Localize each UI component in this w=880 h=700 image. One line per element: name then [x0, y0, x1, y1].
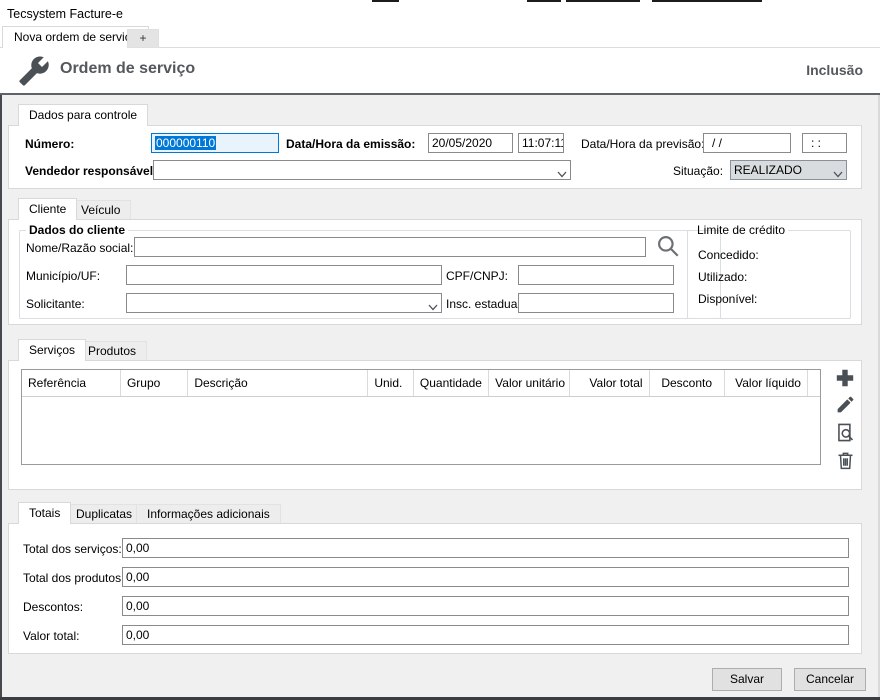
- col-stub: [808, 370, 820, 396]
- tab-totais[interactable]: Totais: [18, 502, 71, 524]
- tab-servicos[interactable]: Serviços: [18, 339, 86, 361]
- numero-selected-text: 000000110: [155, 136, 216, 150]
- window-titlebar: Tecsystem Facture-e: [0, 3, 880, 26]
- previsao-date-input[interactable]: / /: [703, 133, 791, 153]
- page-header: Ordem de serviço Inclusão: [0, 48, 880, 95]
- previsao-time-input[interactable]: : :: [802, 133, 847, 153]
- document-tabstrip: Nova ordem de serviço +: [0, 26, 880, 48]
- utilizado-label: Utilizado:: [698, 270, 747, 284]
- situacao-select[interactable]: REALIZADO: [730, 160, 847, 180]
- tab-produtos[interactable]: Produtos: [77, 341, 147, 361]
- previsao-label: Data/Hora da previsão:: [581, 137, 704, 151]
- cliente-panel: Dados do cliente Nome/Razão social: Muni…: [8, 219, 862, 325]
- col-unid[interactable]: Unid.: [368, 370, 414, 396]
- vendedor-select[interactable]: [153, 160, 571, 180]
- app-window: Tecsystem Facture-e Nova ordem de serviç…: [0, 0, 880, 700]
- grid-body-empty: [22, 397, 820, 466]
- pencil-icon[interactable]: [835, 394, 856, 418]
- col-referencia[interactable]: Referência: [22, 370, 121, 396]
- descontos-label: Descontos:: [23, 600, 83, 614]
- mode-badge: Inclusão: [806, 62, 863, 78]
- search-icon[interactable]: [655, 233, 681, 262]
- col-valor-unitario[interactable]: Valor unitário: [489, 370, 570, 396]
- emissao-label: Data/Hora da emissão:: [286, 137, 415, 151]
- total-servicos-input[interactable]: 0,00: [122, 538, 849, 558]
- numero-input[interactable]: 000000110: [151, 133, 279, 153]
- cpf-label: CPF/CNPJ:: [446, 269, 508, 283]
- tab-informacoes-adicionais[interactable]: Informações adicionais: [136, 504, 281, 524]
- situacao-label: Situação:: [673, 164, 723, 178]
- page-title: Ordem de serviço: [60, 60, 195, 78]
- nome-input[interactable]: [134, 237, 646, 257]
- nome-label: Nome/Razão social:: [26, 241, 133, 255]
- wrench-icon: [18, 55, 50, 90]
- trash-icon[interactable]: [835, 450, 856, 474]
- vendedor-label: Vendedor responsável:: [25, 164, 157, 178]
- total-produtos-input[interactable]: 0,00: [122, 567, 849, 587]
- grid-header-row: Referência Grupo Descrição Unid. Quantid…: [22, 370, 820, 397]
- municipio-input[interactable]: [126, 265, 442, 285]
- servicos-panel: Referência Grupo Descrição Unid. Quantid…: [8, 360, 862, 490]
- valor-total-label: Valor total:: [23, 629, 79, 643]
- dados-do-cliente-legend: Dados do cliente: [26, 223, 128, 237]
- total-produtos-label: Total dos produtos:: [23, 571, 124, 585]
- control-panel: Número: 000000110 Data/Hora da emissão: …: [8, 125, 862, 189]
- servicos-grid: Referência Grupo Descrição Unid. Quantid…: [21, 369, 821, 465]
- col-grupo[interactable]: Grupo: [121, 370, 188, 396]
- col-valor-liquido[interactable]: Valor líquido: [725, 370, 808, 396]
- emissao-time-input[interactable]: 11:07:11: [518, 133, 564, 153]
- col-valor-total[interactable]: Valor total: [570, 370, 649, 396]
- limite-credito-legend: Limite de crédito: [694, 223, 788, 237]
- col-quantidade[interactable]: Quantidade: [414, 370, 489, 396]
- new-tab-button[interactable]: +: [127, 29, 159, 48]
- tab-cliente[interactable]: Cliente: [18, 198, 77, 220]
- col-desconto[interactable]: Desconto: [650, 370, 725, 396]
- cancel-button[interactable]: Cancelar: [794, 668, 866, 691]
- window-left-edge: [0, 95, 2, 697]
- insc-label: Insc. estadual:: [446, 297, 523, 311]
- col-descricao[interactable]: Descrição: [188, 370, 368, 396]
- concedido-label: Concedido:: [698, 248, 759, 262]
- insc-input[interactable]: [518, 293, 674, 313]
- valor-total-input[interactable]: 0,00: [122, 625, 849, 645]
- tab-duplicatas[interactable]: Duplicatas: [65, 504, 143, 524]
- chevron-down-icon: [833, 167, 856, 181]
- window-title: Tecsystem Facture-e: [7, 7, 123, 21]
- total-servicos-label: Total dos serviços:: [23, 542, 122, 556]
- municipio-label: Município/UF:: [26, 269, 100, 283]
- cpf-input[interactable]: [518, 265, 674, 285]
- numero-label: Número:: [25, 137, 74, 151]
- plus-icon[interactable]: [833, 366, 857, 393]
- solicitante-select[interactable]: [126, 293, 442, 313]
- descontos-input[interactable]: 0,00: [122, 596, 849, 616]
- emissao-date-input[interactable]: 20/05/2020: [428, 133, 513, 153]
- totais-panel: Total dos serviços: 0,00 Total dos produ…: [8, 523, 862, 654]
- solicitante-label: Solicitante:: [26, 297, 85, 311]
- save-button[interactable]: Salvar: [712, 668, 782, 691]
- disponivel-label: Disponível:: [698, 292, 757, 306]
- tab-dados-para-controle[interactable]: Dados para controle: [18, 104, 148, 126]
- tab-veiculo[interactable]: Veículo: [70, 200, 131, 220]
- preview-icon[interactable]: [835, 422, 856, 446]
